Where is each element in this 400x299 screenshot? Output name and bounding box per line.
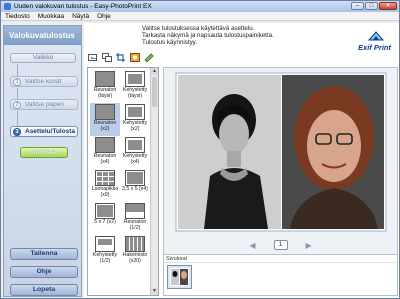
- image-edit-icon[interactable]: [87, 52, 98, 62]
- layout-label: Kehystetty (x2): [122, 120, 148, 132]
- exit-button[interactable]: Lopeta: [10, 284, 78, 296]
- crop-copy-icon[interactable]: [101, 52, 112, 62]
- settings-icon[interactable]: [143, 52, 154, 62]
- layout-thumbnail: [125, 104, 145, 120]
- edit-toolbar: [87, 52, 154, 62]
- sidebar-title: Valokuvatulostus: [4, 26, 81, 45]
- layout-thumbnail: [125, 203, 145, 219]
- window-controls: – □ ✕: [351, 2, 397, 10]
- page-number: 1: [273, 240, 288, 250]
- page-thumbnail[interactable]: [167, 265, 192, 289]
- print-preview: [163, 67, 398, 255]
- menu-view[interactable]: Näytä: [72, 13, 89, 20]
- layout-label: 3,5 x 5 (x4): [122, 186, 148, 192]
- layout-framed-full[interactable]: Kehystetty (täysi): [120, 70, 150, 103]
- layout-thumbnail: [125, 137, 145, 153]
- photo-portrait-bw[interactable]: [178, 75, 281, 229]
- layout-5x7-x2[interactable]: 5 x 7 (x2): [90, 202, 120, 235]
- layout-grid: Reunaton (täysi) Kehystetty (täysi) Reunat…: [90, 70, 150, 268]
- menu-help[interactable]: Ohje: [97, 13, 111, 20]
- save-button[interactable]: Tallenna: [10, 248, 78, 260]
- layout-label: Kehystetty (1/2): [92, 252, 118, 264]
- layout-thumbnail: [95, 71, 115, 87]
- layout-label: Kehystetty (x4): [122, 153, 148, 165]
- layout-framed-x4[interactable]: Kehystetty (x4): [120, 136, 150, 169]
- window-title: Uuden valokuvan tulostus - Easy-PhotoPri…: [14, 3, 152, 10]
- preview-page: [175, 72, 387, 232]
- layout-borderless-full[interactable]: Reunaton (täysi): [90, 70, 120, 103]
- menu-button[interactable]: Valikko: [10, 53, 76, 63]
- step-layout-print[interactable]: 3 Asettelu/Tulosta: [10, 126, 78, 137]
- exif-print-logo: Exif Print: [351, 30, 391, 54]
- layout-label: Kehystetty (täysi): [122, 87, 148, 99]
- print-button[interactable]: Tulosta: [20, 147, 68, 158]
- correct-icon[interactable]: [129, 52, 140, 62]
- exif-print-logo-text: Exif Print: [358, 43, 391, 52]
- crop-icon[interactable]: [115, 52, 126, 62]
- exif-print-mark-icon: [367, 31, 385, 41]
- layout-label: Reunaton (x4): [93, 153, 117, 165]
- layout-label: Reunaton (x2): [93, 120, 117, 132]
- step-number: 3: [13, 128, 21, 136]
- menu-bar: Tiedosto Muokkaa Näytä Ohje: [1, 12, 399, 21]
- layout-3-5x5-x4[interactable]: 3,5 x 5 (x4): [120, 169, 150, 202]
- instruction-line: Valitse tulostuksessa käytettävä asettel…: [142, 25, 255, 32]
- layout-index-x20[interactable]: Hakemisto (x20): [120, 235, 150, 268]
- layout-borderless-half[interactable]: Reunaton (1/2): [120, 202, 150, 235]
- instruction-line: Tarkasta näkymä ja napsauta tulostuspain…: [142, 32, 274, 39]
- app-icon: [4, 3, 11, 10]
- next-page-icon[interactable]: ▶: [306, 241, 312, 250]
- layout-wallet-x9[interactable]: Luonapikko (x9): [90, 169, 120, 202]
- layout-borderless-x2[interactable]: Reunaton (x2): [90, 103, 120, 136]
- page-thumbnail-image: [170, 268, 189, 286]
- layout-thumbnail: [95, 104, 115, 120]
- layout-thumbnail: [95, 203, 115, 219]
- instruction-line: Tulostus käynnistyy.: [142, 39, 198, 46]
- layout-framed-x2[interactable]: Kehystetty (x2): [120, 103, 150, 136]
- menu-file[interactable]: Tiedosto: [5, 13, 30, 20]
- main-panel: Valitse tulostuksessa käytettävä asettel…: [84, 23, 399, 298]
- layout-thumbnail: [95, 170, 115, 186]
- step-label: Asettelu/Tulosta: [25, 128, 76, 135]
- layout-thumbnail: [125, 170, 145, 186]
- step-number: 2: [13, 101, 21, 109]
- tray-label: Sivukirat: [164, 255, 397, 263]
- page-tray: Sivukirat: [163, 254, 398, 296]
- menu-edit[interactable]: Muokkaa: [38, 13, 64, 20]
- step-label: Valitse paperi: [25, 101, 64, 108]
- step-select-paper[interactable]: 2 Valitse paperi: [10, 99, 78, 110]
- close-button[interactable]: ✕: [379, 2, 397, 10]
- layout-thumbnail: [95, 236, 115, 252]
- step-label: Valitse kuvat: [25, 78, 62, 85]
- previous-page-icon[interactable]: ◀: [249, 241, 255, 250]
- step-select-images[interactable]: 1 Valitse kuvat: [10, 76, 78, 87]
- scroll-up-icon[interactable]: ▲: [151, 68, 158, 75]
- layout-thumbnail: [95, 137, 115, 153]
- layout-label: Hakemisto (x20): [122, 252, 148, 264]
- title-bar: Uuden valokuvan tulostus - Easy-PhotoPri…: [1, 1, 399, 12]
- step-connector: [17, 111, 18, 126]
- minimize-button[interactable]: –: [351, 2, 364, 10]
- layout-label: Reunaton (täysi): [93, 87, 117, 99]
- layout-label: 5 x 7 (x2): [94, 219, 116, 225]
- layout-scrollbar[interactable]: ▲ ▼: [150, 68, 158, 295]
- layout-framed-half[interactable]: Kehystetty (1/2): [90, 235, 120, 268]
- sidebar: Valokuvatulostus Valikko 1 Valitse kuvat…: [3, 25, 82, 297]
- scroll-down-icon[interactable]: ▼: [151, 288, 158, 295]
- layout-borderless-x4[interactable]: Reunaton (x4): [90, 136, 120, 169]
- maximize-button[interactable]: □: [365, 2, 378, 10]
- layout-thumbnail: [125, 71, 145, 87]
- layout-label: Luonapikko (x9): [91, 186, 119, 198]
- photo-portrait-color[interactable]: [282, 75, 384, 229]
- layout-list: Reunaton (täysi) Kehystetty (täysi) Reunat…: [87, 67, 159, 296]
- page-navigator: ◀ 1 ▶: [163, 237, 398, 253]
- scrollbar-thumb[interactable]: [152, 77, 157, 107]
- app-window: Uuden valokuvan tulostus - Easy-PhotoPri…: [0, 0, 400, 299]
- step-number: 1: [13, 78, 21, 86]
- help-button[interactable]: Ohje: [10, 266, 78, 278]
- instructions: Valitse tulostuksessa käytettävä asettel…: [142, 25, 274, 46]
- layout-label: Reunaton (1/2): [123, 219, 147, 231]
- layout-thumbnail: [125, 236, 145, 252]
